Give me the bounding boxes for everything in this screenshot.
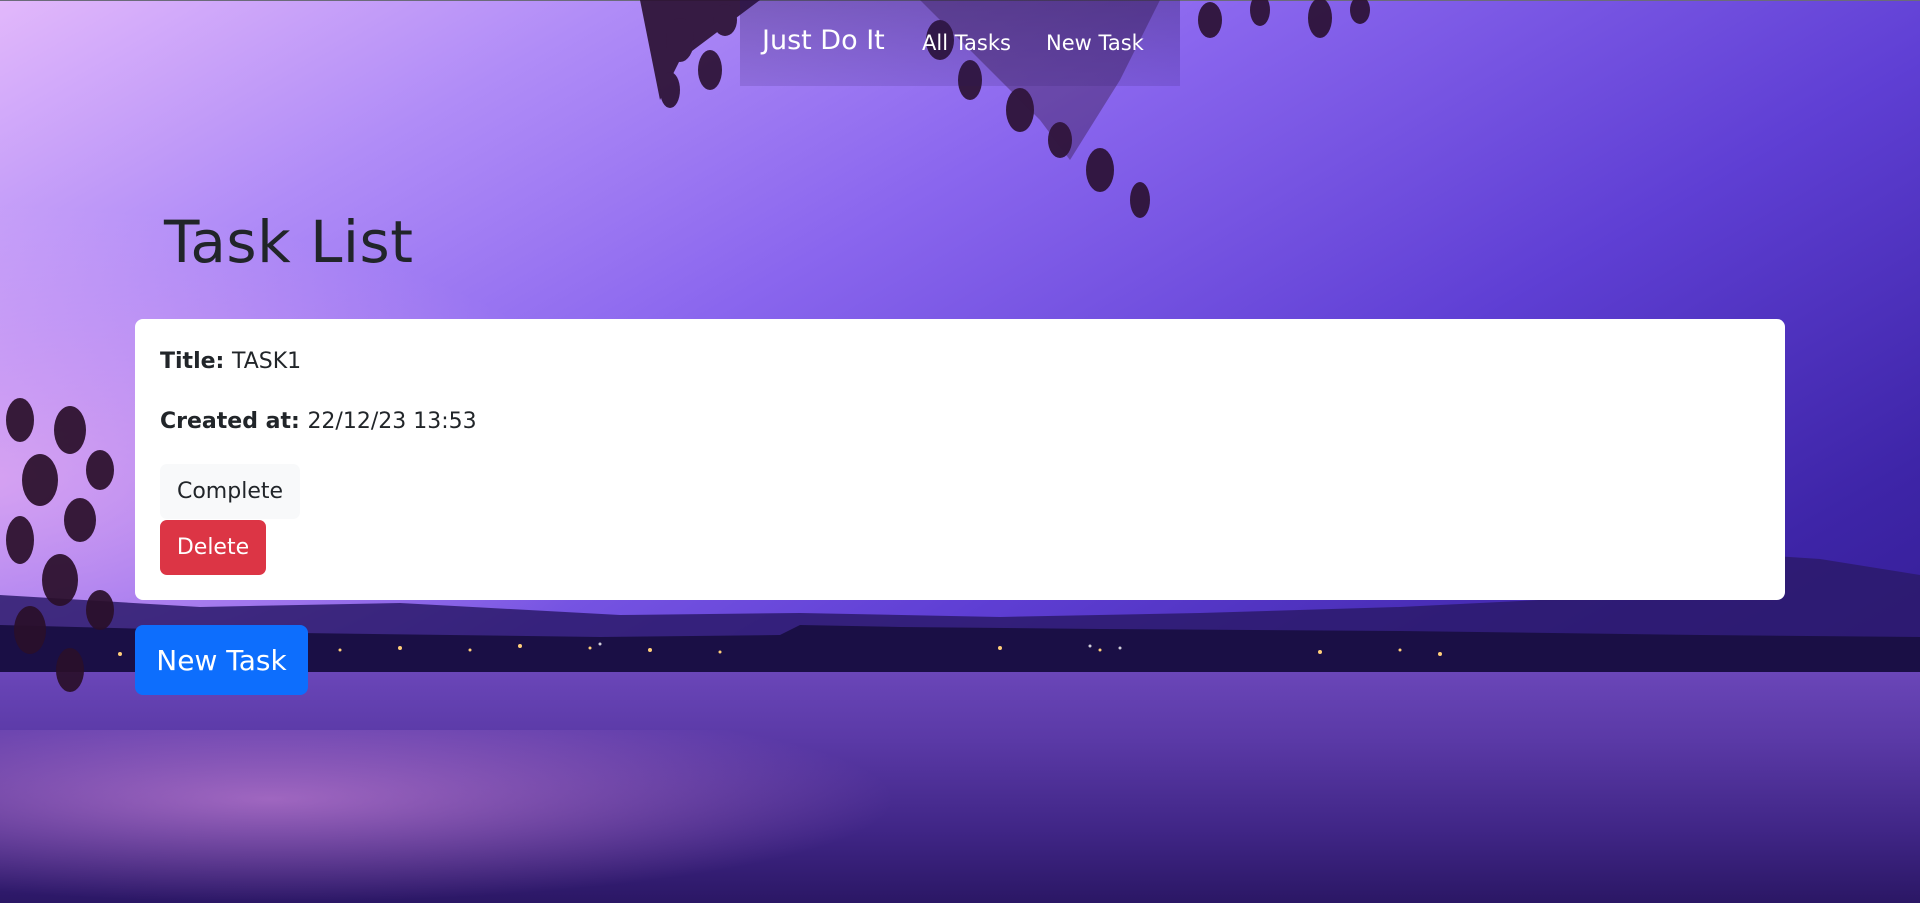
page-title: Task List [164, 208, 414, 276]
page: Just Do It All Tasks New Task Task List … [0, 0, 1920, 903]
task-created-label: Created at: [160, 409, 308, 434]
task-card: Title: TASK1 Created at: 22/12/23 13:53 … [135, 319, 1785, 600]
brand-link[interactable]: Just Do It [762, 25, 885, 56]
new-task-button[interactable]: New Task [135, 625, 308, 695]
complete-button[interactable]: Complete [160, 464, 300, 519]
delete-button[interactable]: Delete [160, 520, 266, 575]
task-created-row: Created at: 22/12/23 13:53 [160, 409, 477, 434]
navbar: Just Do It All Tasks New Task [0, 0, 1920, 86]
task-title-row: Title: TASK1 [160, 349, 301, 374]
background-foliage-left [6, 398, 114, 692]
nav-link-new-task[interactable]: New Task [1046, 31, 1144, 55]
task-title-value: TASK1 [231, 349, 302, 374]
task-title-label: Title: [160, 349, 232, 374]
nav-link-all-tasks[interactable]: All Tasks [922, 31, 1011, 55]
task-created-value: 22/12/23 13:53 [307, 409, 477, 434]
background-water-reflection [0, 730, 900, 903]
